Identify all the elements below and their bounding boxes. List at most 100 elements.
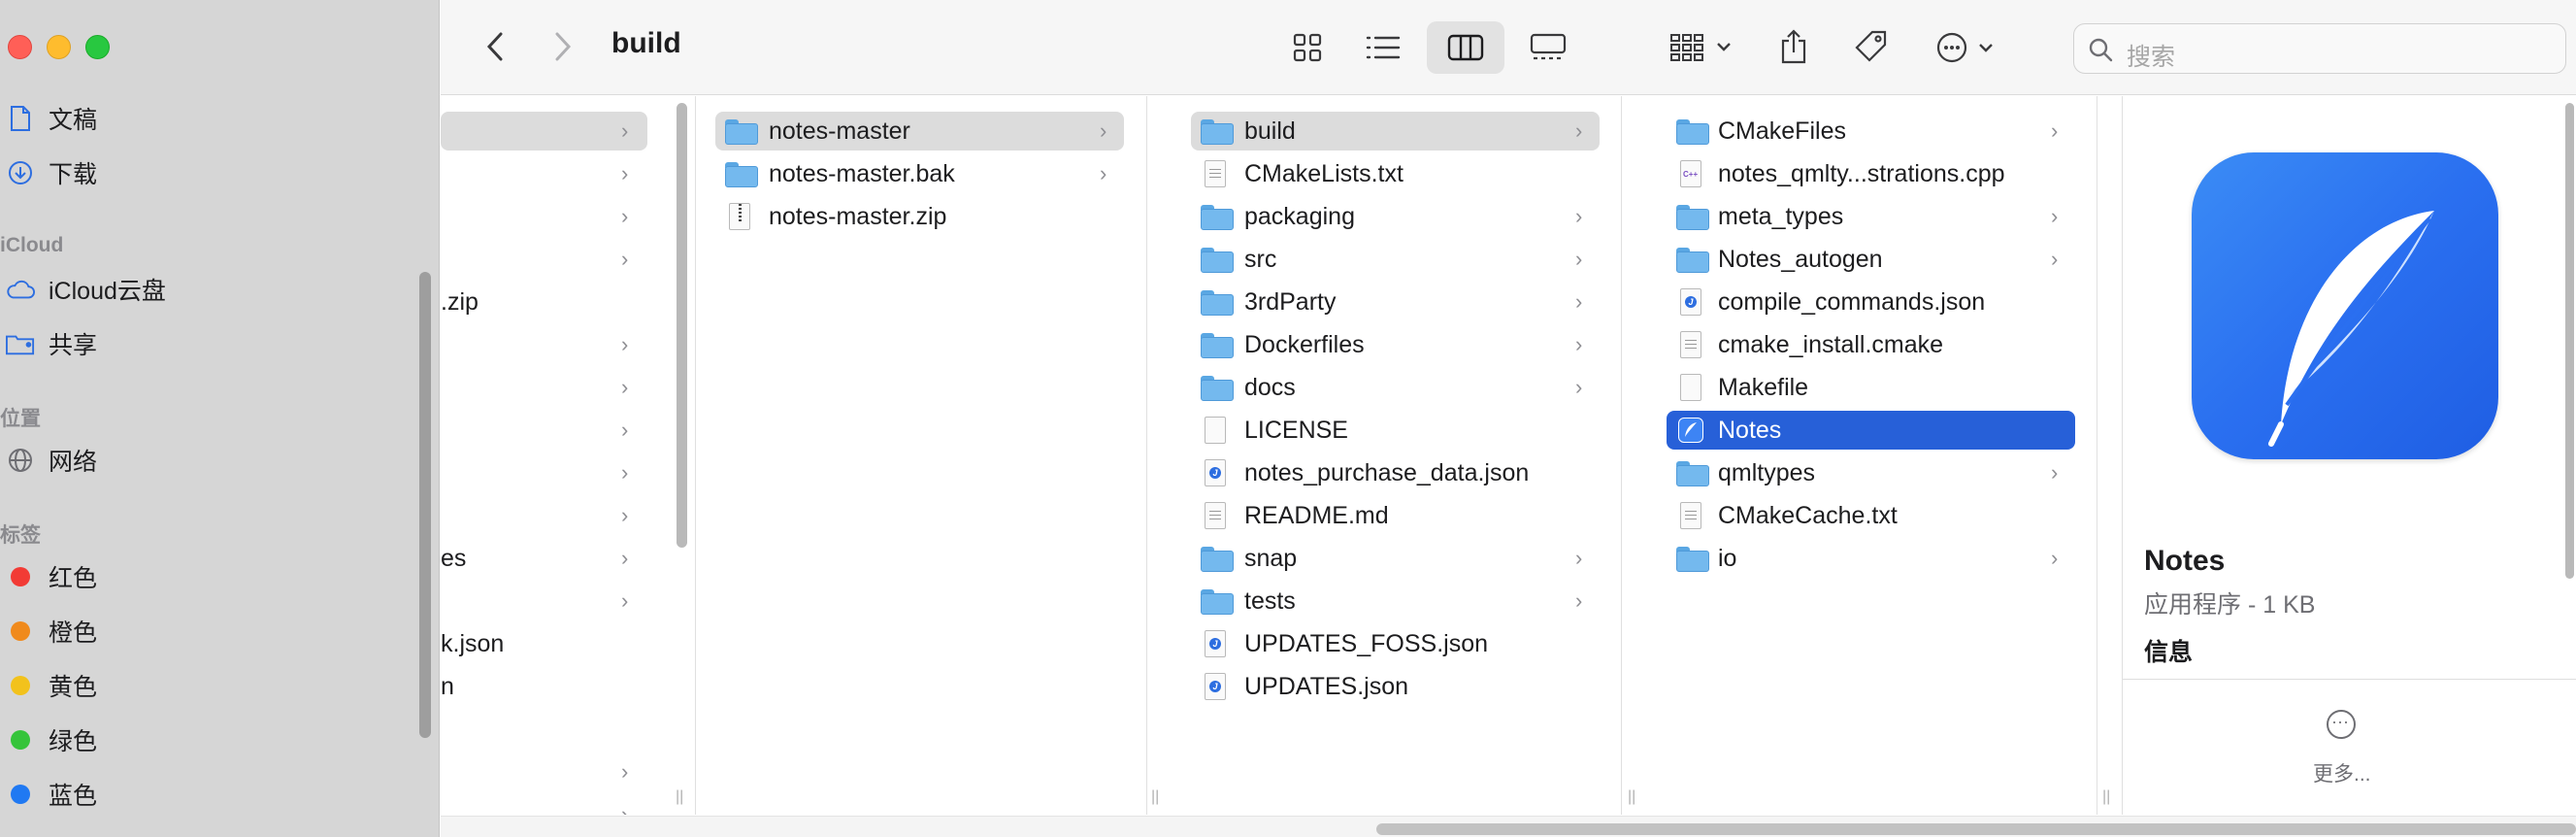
file-name: CMakeFiles bbox=[1718, 117, 1846, 145]
list-item[interactable]: › bbox=[441, 368, 647, 407]
file-name: meta_types bbox=[1718, 202, 1844, 230]
column-0: › › › › .zip › › › › › es › › k.json n › … bbox=[441, 96, 689, 815]
zoom-window-button[interactable] bbox=[85, 35, 110, 59]
icon-view-button[interactable] bbox=[1275, 23, 1339, 72]
list-item-selected[interactable]: Notes bbox=[1667, 411, 2075, 450]
list-item[interactable]: notes-master.bak › bbox=[715, 154, 1124, 193]
list-item[interactable]: › bbox=[441, 496, 647, 535]
list-item[interactable]: es › bbox=[441, 539, 647, 578]
sidebar-tag-blue[interactable]: 蓝色 bbox=[0, 775, 427, 814]
folder-icon bbox=[1201, 547, 1234, 572]
column-resize-handle[interactable]: || bbox=[1151, 788, 1159, 806]
sidebar-tag-yellow[interactable]: 黄色 bbox=[0, 666, 427, 705]
sidebar-item-icloud-drive[interactable]: iCloud云盘 bbox=[0, 270, 427, 309]
chevron-right-icon: › bbox=[621, 161, 629, 185]
preview-title: Notes bbox=[2144, 545, 2226, 577]
list-item[interactable]: › bbox=[441, 753, 647, 791]
notes-app-icon bbox=[1678, 418, 1703, 443]
list-item[interactable]: k.json bbox=[441, 624, 647, 663]
file-name: CMakeCache.txt bbox=[1718, 501, 1898, 529]
chevron-right-icon: › bbox=[621, 460, 629, 485]
list-item[interactable]: J UPDATES.json bbox=[1191, 667, 1600, 706]
list-item[interactable]: CMakeLists.txt bbox=[1191, 154, 1600, 193]
list-item[interactable]: meta_types › bbox=[1667, 197, 2075, 236]
sidebar-item-label: 蓝色 bbox=[49, 783, 98, 810]
list-item[interactable]: Makefile bbox=[1667, 368, 2075, 407]
list-item[interactable]: › bbox=[441, 197, 647, 236]
column-resize-handle[interactable]: || bbox=[2102, 788, 2110, 806]
list-item[interactable]: src › bbox=[1191, 240, 1600, 279]
list-item[interactable]: .zip bbox=[441, 283, 647, 321]
preview-scrollbar[interactable] bbox=[2565, 103, 2574, 579]
list-item[interactable]: › bbox=[441, 325, 647, 364]
list-item[interactable]: packaging › bbox=[1191, 197, 1600, 236]
list-item[interactable]: notes-master › bbox=[715, 112, 1124, 151]
column-view-button[interactable] bbox=[1427, 21, 1504, 74]
sidebar-item-shared[interactable]: 共享 bbox=[0, 324, 427, 363]
gallery-view-button[interactable] bbox=[1516, 23, 1580, 72]
horizontal-scrollbar[interactable] bbox=[1376, 823, 2576, 835]
search-placeholder: 搜索 bbox=[2127, 44, 2176, 71]
chevron-right-icon: › bbox=[2051, 204, 2059, 228]
sidebar-item-documents[interactable]: 文稿 bbox=[0, 99, 427, 138]
file-name: k.json bbox=[441, 629, 505, 657]
list-item[interactable]: qmltypes › bbox=[1667, 453, 2075, 492]
close-window-button[interactable] bbox=[8, 35, 32, 59]
sidebar-tag-red[interactable]: 红色 bbox=[0, 557, 427, 596]
list-item[interactable]: CMakeCache.txt bbox=[1667, 496, 2075, 535]
sidebar-scrollbar[interactable] bbox=[419, 272, 431, 738]
chevron-right-icon: › bbox=[2051, 460, 2059, 485]
column-0-scrollbar[interactable] bbox=[677, 103, 687, 548]
list-item[interactable]: LICENSE bbox=[1191, 411, 1600, 450]
search-input[interactable]: 搜索 bbox=[2073, 23, 2566, 74]
file-name: UPDATES_FOSS.json bbox=[1244, 629, 1489, 657]
list-item[interactable]: n bbox=[441, 667, 647, 706]
more-actions-button[interactable] bbox=[1926, 21, 2013, 74]
list-item[interactable]: J UPDATES_FOSS.json bbox=[1191, 624, 1600, 663]
sidebar-tag-green[interactable]: 绿色 bbox=[0, 720, 427, 759]
list-item[interactable]: › bbox=[441, 240, 647, 279]
list-item[interactable]: README.md bbox=[1191, 496, 1600, 535]
list-item[interactable]: Dockerfiles › bbox=[1191, 325, 1600, 364]
text-file-icon bbox=[1680, 502, 1701, 529]
tag-icon[interactable] bbox=[1842, 19, 1900, 74]
list-item[interactable]: J notes_purchase_data.json bbox=[1191, 453, 1600, 492]
column-resize-handle[interactable]: || bbox=[676, 788, 683, 806]
list-item[interactable]: J compile_commands.json bbox=[1667, 283, 2075, 321]
list-item[interactable]: snap › bbox=[1191, 539, 1600, 578]
back-chevron-icon[interactable] bbox=[478, 27, 512, 66]
folder-icon bbox=[1201, 589, 1234, 615]
list-item[interactable]: io › bbox=[1667, 539, 2075, 578]
sidebar-item-network[interactable]: 网络 bbox=[0, 441, 427, 480]
list-item[interactable]: C++ notes_qmlty...strations.cpp bbox=[1667, 154, 2075, 193]
list-item[interactable]: notes-master.zip bbox=[715, 197, 1124, 236]
list-item[interactable]: › bbox=[441, 453, 647, 492]
list-item[interactable]: › bbox=[441, 411, 647, 450]
list-item[interactable]: › bbox=[441, 582, 647, 620]
list-item[interactable]: build › bbox=[1191, 112, 1600, 151]
list-item[interactable]: docs › bbox=[1191, 368, 1600, 407]
list-item[interactable]: › bbox=[441, 154, 647, 193]
sidebar-item-label: 文稿 bbox=[49, 107, 98, 134]
list-item[interactable]: CMakeFiles › bbox=[1667, 112, 2075, 151]
forward-chevron-icon[interactable] bbox=[545, 27, 580, 66]
column-resize-handle[interactable]: || bbox=[1628, 788, 1635, 806]
more-button[interactable]: 更多... bbox=[2313, 758, 2371, 787]
list-view-button[interactable] bbox=[1351, 23, 1415, 72]
chevron-right-icon: › bbox=[2051, 546, 2059, 570]
list-item[interactable]: tests › bbox=[1191, 582, 1600, 620]
group-by-button[interactable] bbox=[1660, 23, 1747, 72]
minimize-window-button[interactable] bbox=[47, 35, 71, 59]
list-item[interactable]: cmake_install.cmake bbox=[1667, 325, 2075, 364]
chevron-right-icon: › bbox=[2051, 118, 2059, 143]
chevron-right-icon: › bbox=[1575, 588, 1583, 613]
sidebar-item-downloads[interactable]: 下载 bbox=[0, 153, 427, 192]
list-item[interactable]: › bbox=[441, 795, 647, 815]
list-item[interactable]: › bbox=[441, 112, 647, 151]
sidebar-tag-orange[interactable]: 橙色 bbox=[0, 612, 427, 651]
share-icon[interactable] bbox=[1765, 19, 1823, 74]
more-icon[interactable] bbox=[2327, 710, 2356, 739]
chevron-right-icon: › bbox=[2051, 247, 2059, 271]
list-item[interactable]: 3rdParty › bbox=[1191, 283, 1600, 321]
list-item[interactable]: Notes_autogen › bbox=[1667, 240, 2075, 279]
